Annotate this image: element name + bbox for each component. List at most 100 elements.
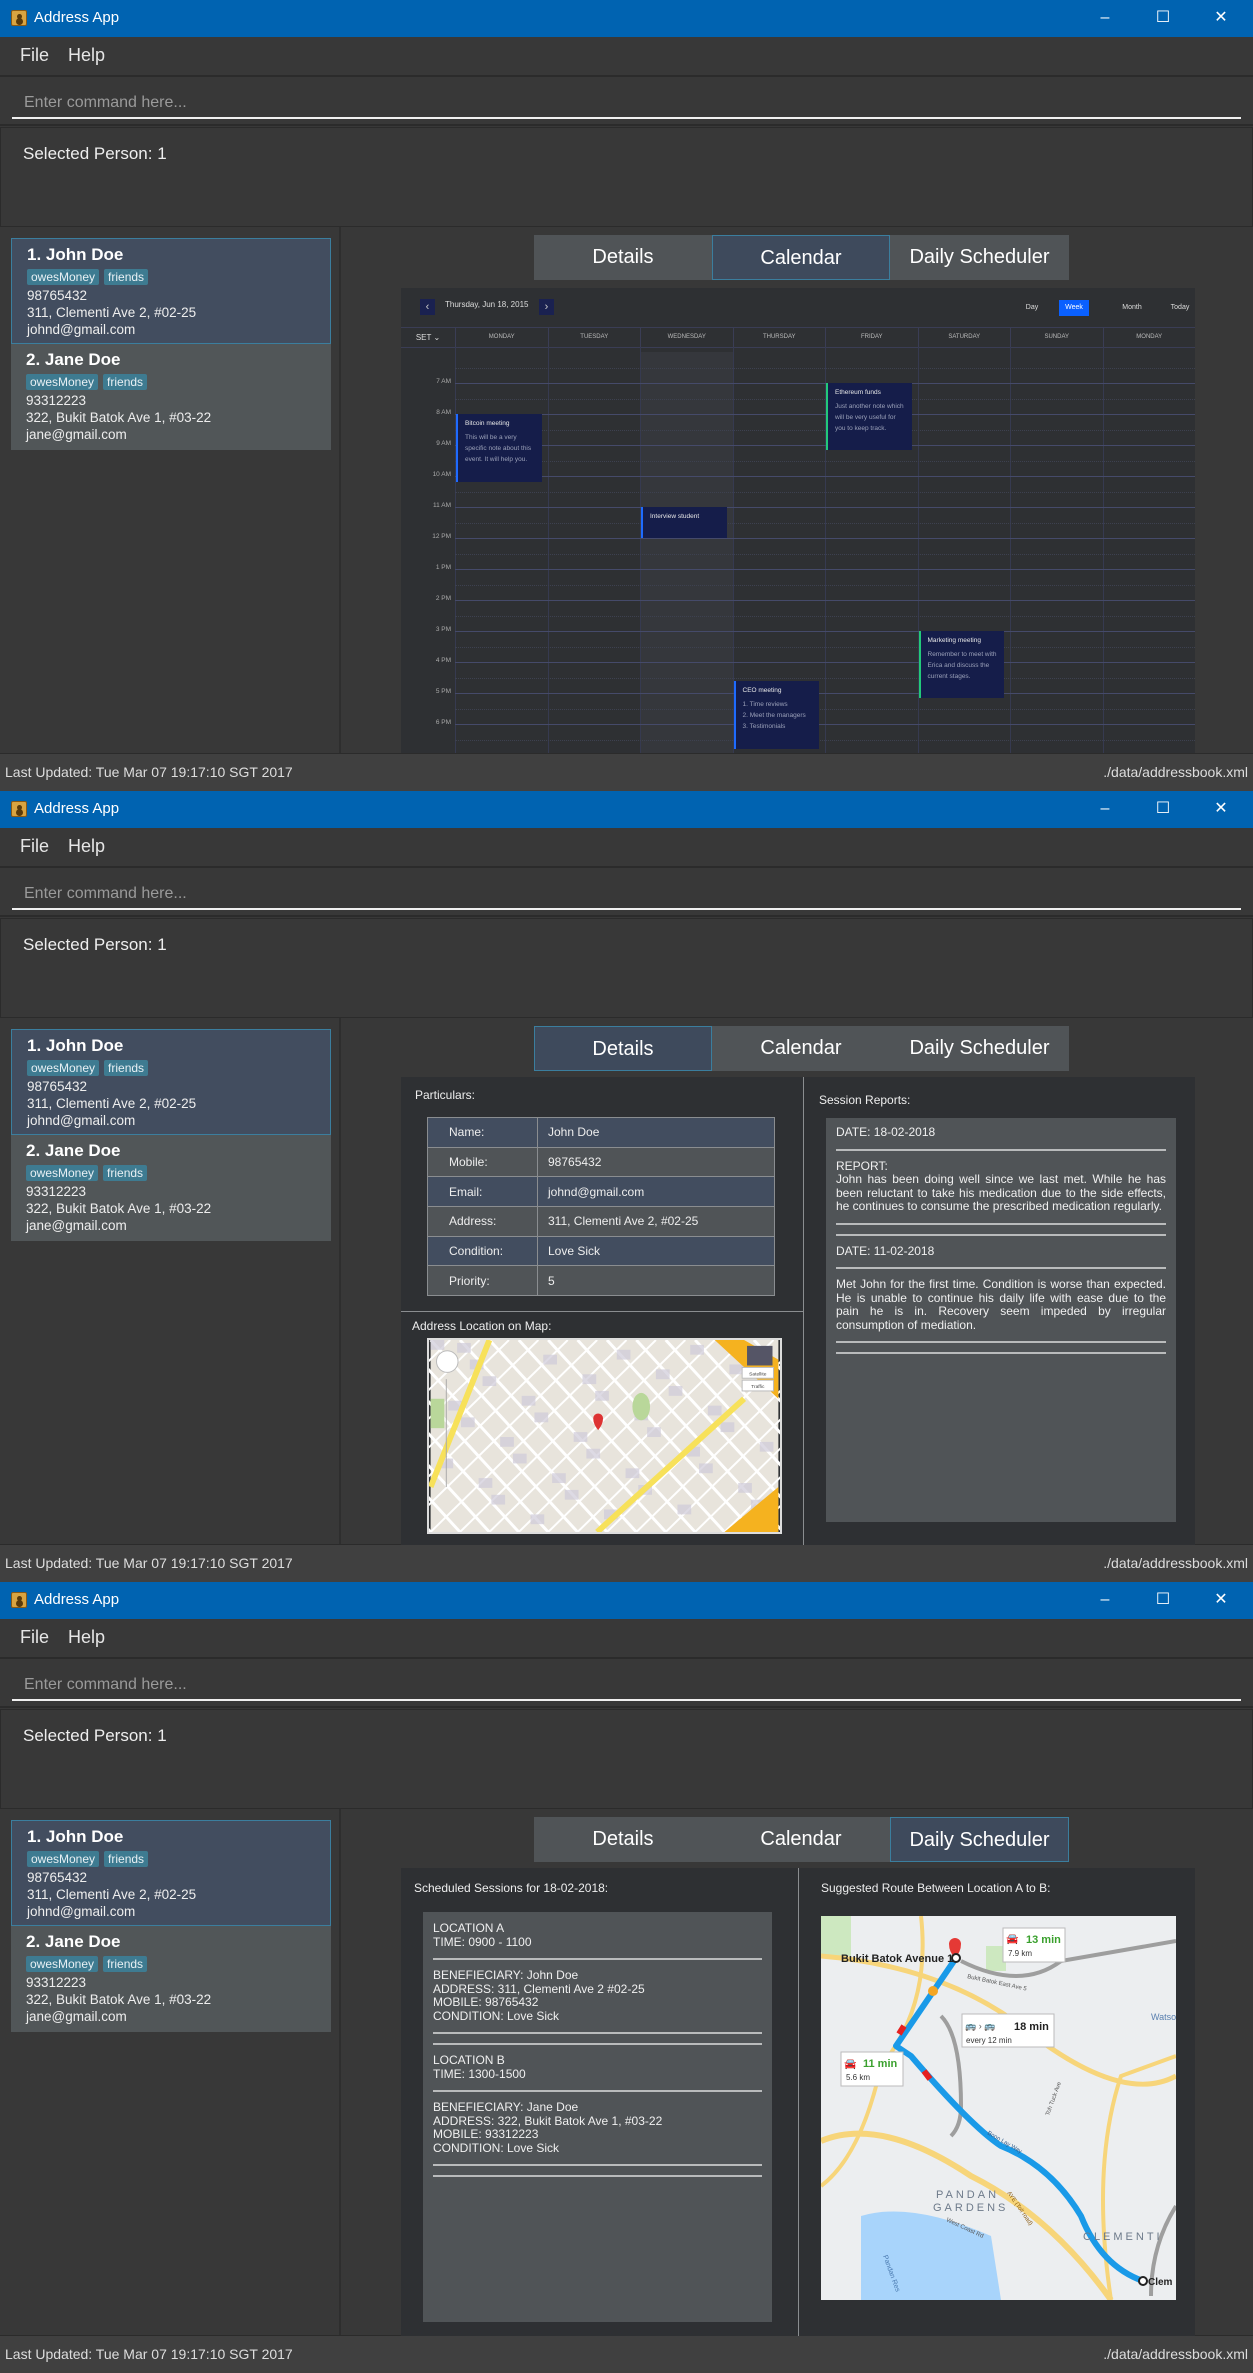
tab-calendar[interactable]: Calendar (712, 1817, 890, 1862)
route-time-1: 13 min (1026, 1934, 1061, 1946)
field-value: 5 (537, 1265, 775, 1297)
hour-line (455, 383, 1195, 384)
tab-details[interactable]: Details (534, 235, 712, 280)
maximize-icon[interactable]: ☐ (1148, 1588, 1178, 1612)
menu-file[interactable]: File (20, 45, 49, 66)
scheduled-sessions: LOCATION A TIME: 0900 - 1100 BENEFIECIARY… (423, 1912, 772, 2322)
session-time: TIME: 1300-1500 (433, 2066, 526, 2081)
calendar-event[interactable]: Ethereum funds Just another note which w… (826, 383, 912, 450)
timezone-select[interactable]: SET ⌄ (401, 328, 455, 347)
route-map[interactable]: Bukit Batok Avenue 1 Clem 🚘 13 min 7.9 k… (821, 1916, 1176, 2300)
person-phone: 93312223 (26, 1184, 87, 1199)
person-card[interactable]: 2. Jane Doe owesMoney friends 93312223 32… (11, 1926, 331, 2032)
tab-daily-scheduler[interactable]: Daily Scheduler (890, 1026, 1069, 1071)
person-email: jane@gmail.com (26, 427, 127, 442)
satellite-button[interactable]: Satellite (749, 1371, 767, 1377)
area-label: CLEMENTI (1083, 2231, 1163, 2243)
minimize-icon[interactable]: – (1090, 6, 1120, 30)
view-day-button[interactable]: Day (1017, 300, 1047, 316)
menu-help[interactable]: Help (68, 1627, 105, 1648)
tag-badge: friends (103, 374, 148, 390)
minimize-icon[interactable]: – (1090, 797, 1120, 821)
person-email: johnd@gmail.com (27, 1904, 136, 1919)
menu-help[interactable]: Help (68, 45, 105, 66)
hour-label: 11 AM (433, 502, 451, 509)
address-book-icon (11, 1592, 27, 1608)
tab-daily-scheduler[interactable]: Daily Scheduler (890, 1817, 1069, 1862)
satellite-thumb-icon[interactable] (747, 1345, 773, 1366)
menu-file[interactable]: File (20, 836, 49, 857)
session-beneficiary: BENEFIECIARY: John Doe (433, 1968, 579, 1982)
session-mobile: MOBILE: 93312223 (433, 2127, 539, 2141)
car-icon: 🚘 (1006, 1934, 1019, 1945)
address-book-icon (11, 801, 27, 817)
address-map[interactable]: Satellite Traffic (427, 1338, 782, 1534)
person-card[interactable]: 1. John Doe owesMoney friends 98765432 31… (11, 238, 331, 344)
area-label: PANDAN (936, 2189, 999, 2201)
command-input[interactable] (12, 1671, 1241, 1701)
close-icon[interactable]: ✕ (1206, 6, 1236, 30)
person-phone: 98765432 (27, 1870, 88, 1885)
prev-week-button[interactable]: ‹ (420, 299, 435, 315)
pan-control-icon[interactable] (436, 1350, 459, 1373)
person-list[interactable]: 1. John Doe owesMoney friends 98765432 31… (0, 1018, 341, 1544)
tab-details[interactable]: Details (534, 1026, 712, 1071)
calendar-event[interactable]: Marketing meeting Remember to meet with … (918, 631, 1004, 698)
window-title: Address App (34, 1591, 120, 1608)
last-updated: Last Updated: Tue Mar 07 19:17:10 SGT 20… (5, 2346, 293, 2362)
menu-file[interactable]: File (20, 1627, 49, 1648)
particulars-row: Priority: 5 (427, 1265, 775, 1297)
calendar-event[interactable]: Interview student (641, 507, 727, 538)
tab-details[interactable]: Details (534, 1817, 712, 1862)
person-address: 322, Bukit Batok Ave 1, #03-22 (26, 410, 212, 425)
minimize-icon[interactable]: – (1090, 1588, 1120, 1612)
menu-help[interactable]: Help (68, 836, 105, 857)
result-display: Selected Person: 1 (0, 918, 1253, 1018)
person-name: 1. John Doe (27, 1827, 124, 1846)
status-bar: Last Updated: Tue Mar 07 19:17:10 SGT 20… (0, 1544, 1253, 1582)
particulars-row: Address: 311, Clementi Ave 2, #02-25 (427, 1206, 775, 1237)
tab-calendar[interactable]: Calendar (712, 1026, 890, 1071)
app-window: Address App – ☐ ✕ File Help Enter comman… (0, 791, 1253, 1582)
tab-daily-scheduler[interactable]: Daily Scheduler (890, 235, 1069, 280)
command-input[interactable] (12, 89, 1241, 119)
person-card[interactable]: 1. John Doe owesMoney friends 98765432 31… (11, 1029, 331, 1135)
sessions-label: Scheduled Sessions for 18-02-2018: (414, 1881, 609, 1895)
view-month-button[interactable]: Month (1117, 300, 1147, 316)
save-location: ./data/addressbook.xml (1103, 2346, 1248, 2362)
person-list[interactable]: 1. John Doe owesMoney friends 98765432 31… (0, 1809, 341, 2335)
tag-badge: friends (104, 1851, 149, 1867)
person-list[interactable]: 1. John Doe owesMoney friends 98765432 31… (0, 227, 341, 753)
person-phone: 93312223 (26, 393, 87, 408)
view-today-button[interactable]: Today (1165, 300, 1195, 316)
close-icon[interactable]: ✕ (1206, 1588, 1236, 1612)
view-week-button[interactable]: Week (1059, 300, 1089, 316)
window-title: Address App (34, 9, 120, 26)
command-input[interactable] (12, 880, 1241, 910)
person-card[interactable]: 2. Jane Doe owesMoney friends 93312223 32… (11, 1135, 331, 1241)
result-text: Selected Person: 1 (23, 144, 167, 163)
save-location: ./data/addressbook.xml (1103, 1555, 1248, 1571)
tag-badge: owesMoney (26, 1956, 99, 1972)
person-address: 322, Bukit Batok Ave 1, #03-22 (26, 1992, 212, 2007)
calendar-event[interactable]: Bitcoin meeting This will be a very spec… (456, 414, 542, 483)
day-header: SUNDAY (1010, 328, 1103, 347)
tab-calendar[interactable]: Calendar (712, 235, 890, 280)
area-label: Watso (1151, 2012, 1176, 2022)
maximize-icon[interactable]: ☐ (1148, 6, 1178, 30)
day-header: WEDNESDAY (640, 328, 733, 347)
maximize-icon[interactable]: ☐ (1148, 797, 1178, 821)
title-bar: Address App – ☐ ✕ (0, 791, 1253, 828)
close-icon[interactable]: ✕ (1206, 797, 1236, 821)
next-week-button[interactable]: › (539, 299, 554, 315)
person-card[interactable]: 1. John Doe owesMoney friends 98765432 31… (11, 1820, 331, 1926)
person-email: jane@gmail.com (26, 2009, 127, 2024)
particulars-row: Mobile: 98765432 (427, 1146, 775, 1178)
session-address: ADDRESS: 311, Clementi Ave 2 #02-25 (433, 1981, 645, 1996)
traffic-button[interactable]: Traffic (751, 1384, 765, 1390)
calendar-event[interactable]: CEO meeting 1. Time reviews 2. Meet the … (733, 680, 819, 749)
day-header: MONDAY (1102, 328, 1196, 347)
person-card[interactable]: 2. Jane Doe owesMoney friends 93312223 32… (11, 344, 331, 450)
day-header: MONDAY (455, 328, 548, 347)
hour-label: 8 AM (436, 409, 451, 416)
